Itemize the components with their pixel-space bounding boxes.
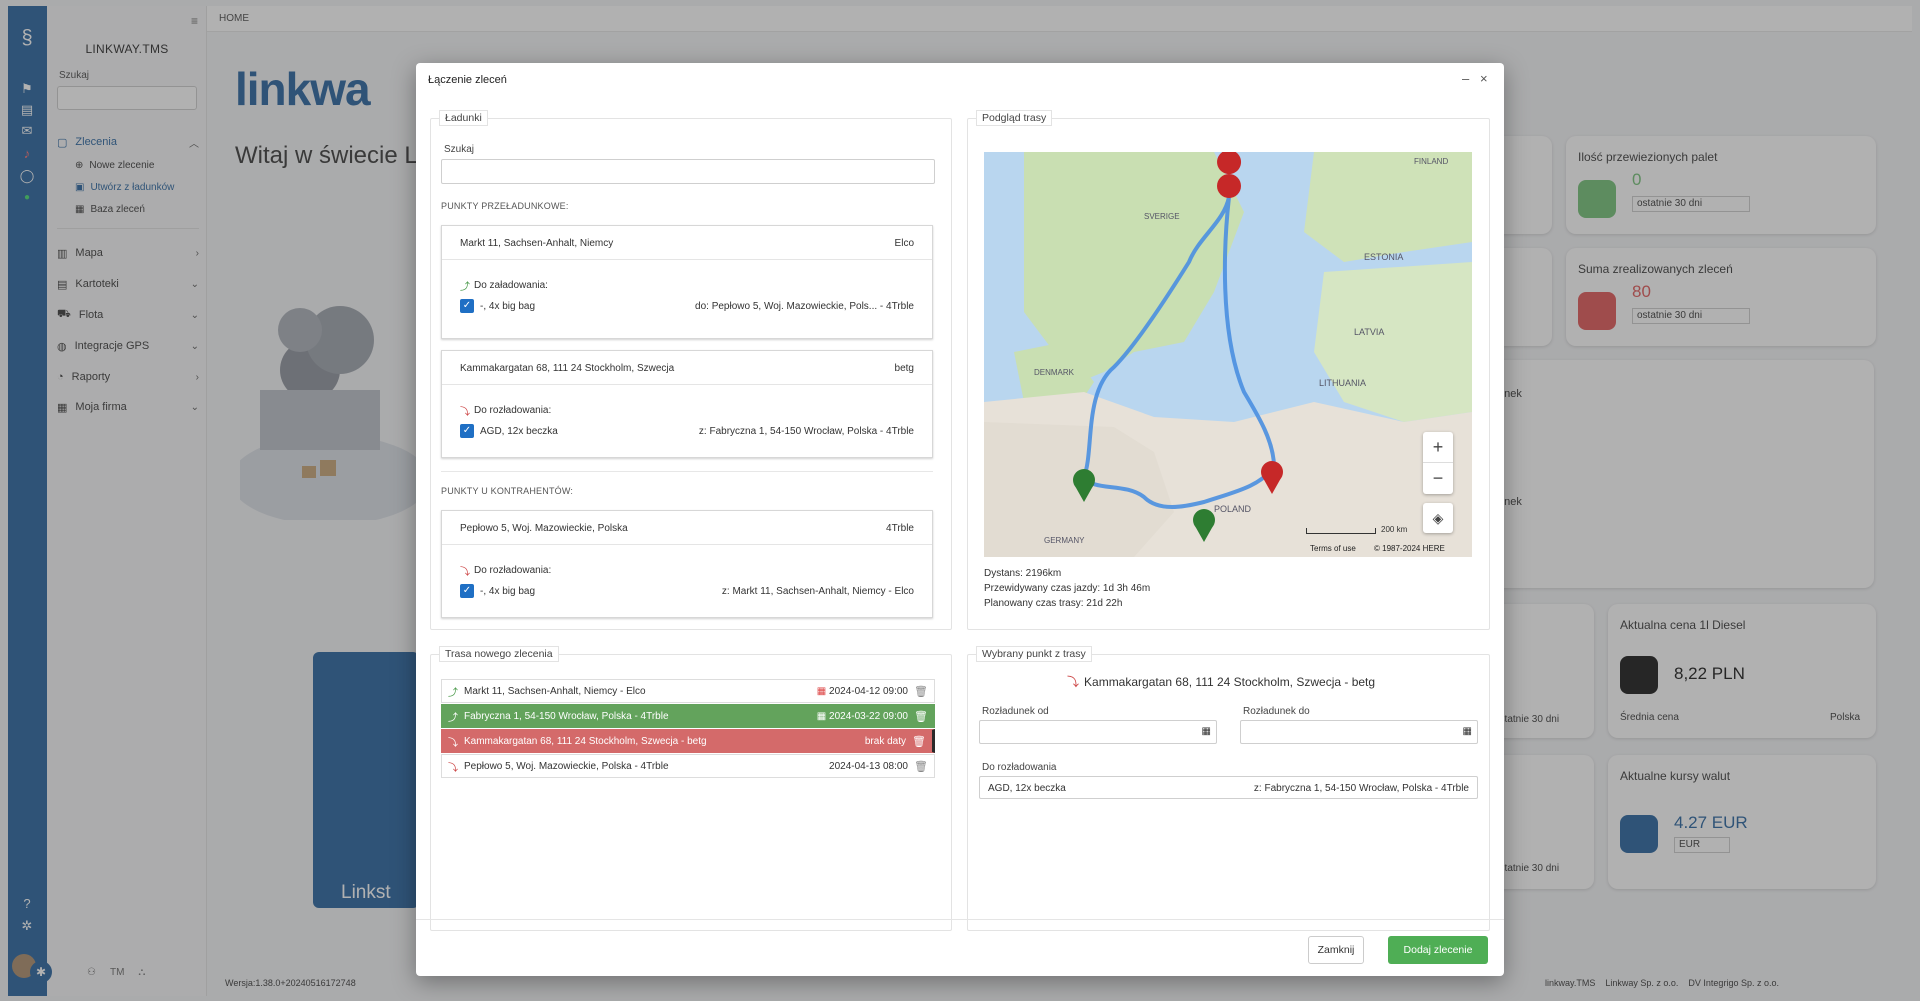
map-label: POLAND	[1214, 504, 1252, 514]
unload-to-label: Rozładunek do	[1243, 706, 1310, 717]
cargo-label: -, 4x big bag	[480, 585, 536, 597]
route-map[interactable]: SVERIGE FINLAND ESTONIA LATVIA LITHUANIA…	[984, 152, 1472, 557]
add-order-button[interactable]: Dodaj zlecenie	[1388, 936, 1488, 964]
to-unload-label: Do rozładowania	[982, 762, 1057, 773]
map-copyright: © 1987-2024 HERE	[1374, 544, 1445, 553]
route-label: Fabryczna 1, 54-150 Wrocław, Polska - 4T…	[464, 710, 669, 722]
cargo-destination: z: Markt 11, Sachsen-Anhalt, Niemcy - El…	[721, 585, 914, 597]
unload-from-label: Rozładunek od	[982, 706, 1049, 717]
trash-icon[interactable]: 🗑	[914, 685, 928, 698]
map-label: LATVIA	[1354, 327, 1385, 337]
map-label: ESTONIA	[1364, 252, 1404, 262]
load-icon: ⤴	[460, 282, 470, 293]
map-canvas	[984, 152, 1472, 557]
route-row[interactable]: ⤴ Markt 11, Sachsen-Anhalt, Niemcy - Elc…	[441, 679, 935, 703]
cargo-label: AGD, 12x beczka	[480, 425, 558, 437]
route-distance: Dystans: 2196km	[984, 568, 1062, 579]
selected-point-legend: Wybrany punkt z trasy	[976, 646, 1092, 662]
point-card: Pepłowo 5, Woj. Mazowieckie, Polska 4Trbl…	[441, 510, 933, 618]
unload-icon: ⤵	[460, 567, 470, 578]
unload-from-input[interactable]: ▦	[979, 720, 1217, 744]
calendar-icon[interactable]: ▦	[817, 711, 826, 722]
map-label: FINLAND	[1414, 157, 1449, 166]
unload-icon: ⤵	[448, 737, 458, 749]
map-label: SVERIGE	[1144, 212, 1180, 221]
operation-label: Do rozładowania:	[474, 405, 552, 416]
dialog-footer-divider	[416, 919, 1504, 920]
route-legend: Trasa nowego zlecenia	[439, 646, 559, 662]
map-label: LITHUANIA	[1319, 378, 1367, 388]
map-scale-bar	[1306, 528, 1376, 534]
route-planned-time: Planowany czas trasy: 21d 22h	[984, 598, 1123, 609]
minimize-icon[interactable]: –	[1462, 71, 1469, 86]
close-icon[interactable]: ×	[1480, 71, 1488, 86]
map-terms-link[interactable]: Terms of use	[1310, 544, 1356, 553]
route-row[interactable]: ⤴ Fabryczna 1, 54-150 Wrocław, Polska - …	[441, 704, 935, 728]
operation-label: Do rozładowania:	[474, 565, 552, 576]
point-card: Markt 11, Sachsen-Anhalt, Niemcy Elco ⤴ Do…	[441, 225, 933, 339]
calendar-icon[interactable]: ▦	[1202, 726, 1211, 737]
unload-item-row: AGD, 12x beczka z: Fabryczna 1, 54-150 W…	[979, 776, 1478, 799]
dialog-title: Łączenie zleceń	[428, 74, 507, 86]
operation-label: Do załadowania:	[474, 280, 548, 291]
unload-icon: ⤵	[460, 407, 470, 418]
zoom-in-button[interactable]: +	[1423, 432, 1453, 463]
point-contractor: 4Trble	[886, 523, 914, 534]
load-icon: ⤴	[448, 687, 458, 699]
route-label: Markt 11, Sachsen-Anhalt, Niemcy - Elco	[464, 685, 646, 697]
unload-icon: ⤵	[448, 762, 458, 774]
unload-source: z: Fabryczna 1, 54-150 Wrocław, Polska -…	[1253, 783, 1469, 794]
selected-point-label: Kammakargatan 68, 111 24 Stockholm, Szwe…	[1084, 674, 1376, 689]
trash-icon[interactable]: 🗑	[914, 760, 928, 773]
section-divider	[441, 471, 933, 472]
map-label: GERMANY	[1044, 536, 1085, 545]
selected-point-title: ⤵ Kammakargatan 68, 111 24 Stockholm, Sz…	[1067, 673, 1375, 690]
route-row[interactable]: ⤵ Pepłowo 5, Woj. Mazowieckie, Polska - …	[441, 754, 935, 778]
route-label: Pepłowo 5, Woj. Mazowieckie, Polska - 4T…	[464, 760, 669, 772]
point-card: Kammakargatan 68, 111 24 Stockholm, Szwe…	[441, 350, 933, 458]
load-icon: ⤴	[448, 712, 458, 724]
point-address: Kammakargatan 68, 111 24 Stockholm, Szwe…	[460, 363, 675, 374]
close-button[interactable]: Zamknij	[1308, 936, 1364, 964]
section-transfer-points: PUNKTY PRZEŁADUNKOWE:	[441, 201, 569, 211]
calendar-icon[interactable]: ▦	[1463, 726, 1472, 737]
unload-to-input[interactable]: ▦	[1240, 720, 1478, 744]
route-label: Kammakargatan 68, 111 24 Stockholm, Szwe…	[464, 735, 707, 747]
cargo-destination: z: Fabryczna 1, 54-150 Wrocław, Polska -…	[698, 425, 914, 437]
map-scale-label: 200 km	[1381, 525, 1408, 534]
loads-legend: Ładunki	[439, 110, 488, 126]
section-contractor-points: PUNKTY U KONTRAHENTÓW:	[441, 486, 574, 496]
trash-icon[interactable]: 🗑	[912, 735, 926, 748]
zoom-controls: + −	[1423, 432, 1453, 494]
loads-search-input[interactable]	[441, 159, 935, 184]
preview-legend: Podgląd trasy	[976, 110, 1053, 126]
cargo-label: -, 4x big bag	[480, 300, 536, 312]
route-date: 2024-04-13 08:00	[829, 760, 908, 772]
map-label: DENMARK	[1034, 368, 1075, 377]
route-row-selected[interactable]: ⤵ Kammakargatan 68, 111 24 Stockholm, Sz…	[441, 729, 935, 753]
calendar-icon[interactable]: ▦	[817, 686, 826, 697]
route-date: 2024-03-22 09:00	[829, 710, 908, 722]
load-checkbox[interactable]: ✓	[460, 299, 474, 313]
trash-icon[interactable]: 🗑	[914, 710, 928, 723]
point-address: Markt 11, Sachsen-Anhalt, Niemcy	[460, 238, 614, 249]
unload-item: AGD, 12x beczka	[988, 783, 1066, 794]
route-date: 2024-04-12 09:00	[829, 685, 908, 697]
point-contractor: betg	[894, 363, 914, 374]
loads-search-label: Szukaj	[444, 144, 475, 155]
route-drive-time: Przewidywany czas jazdy: 1d 3h 46m	[984, 583, 1151, 594]
point-contractor: Elco	[894, 238, 914, 249]
merge-orders-dialog: Łączenie zleceń – × Ładunki Szukaj PUNKT…	[416, 63, 1504, 976]
cargo-destination: do: Pepłowo 5, Woj. Mazowieckie, Pols...…	[695, 300, 914, 312]
load-checkbox[interactable]: ✓	[460, 424, 474, 438]
point-address: Pepłowo 5, Woj. Mazowieckie, Polska	[460, 523, 628, 534]
unload-icon: ⤵	[1067, 675, 1080, 689]
route-date: brak daty	[864, 735, 906, 747]
load-checkbox[interactable]: ✓	[460, 584, 474, 598]
layers-icon[interactable]: ◈	[1423, 503, 1453, 533]
zoom-out-button[interactable]: −	[1423, 463, 1453, 493]
